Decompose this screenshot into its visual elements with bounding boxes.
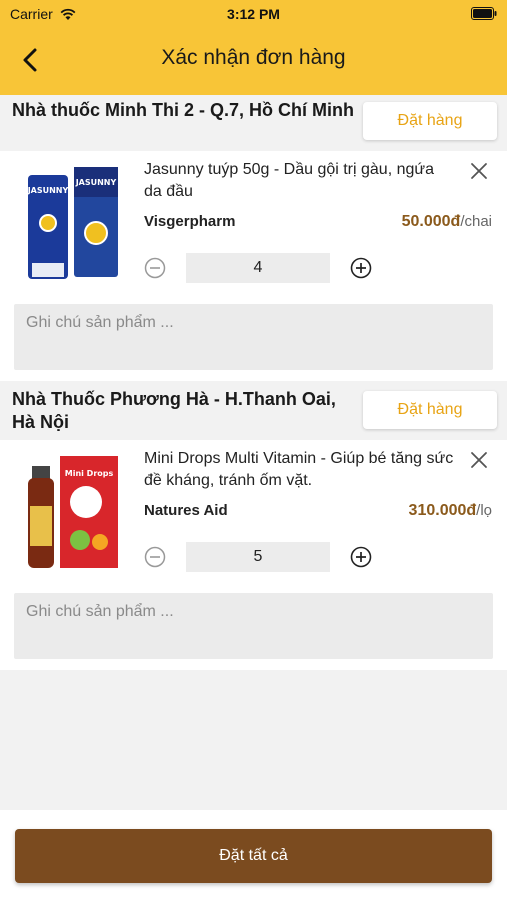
quantity-stepper: 4 [144,253,384,285]
status-bar: Carrier 3:12 PM [0,0,507,28]
store-header: Nhà Thuốc Phương Hà - H.Thanh Oai, Hà Nộ… [0,384,507,440]
product-image-label: Mini Drops [65,469,114,478]
store-header: Nhà thuốc Minh Thi 2 - Q.7, Hồ Chí Minh … [0,95,507,151]
plus-circle-icon[interactable] [350,546,372,568]
product-note-input[interactable] [14,304,493,370]
product-price: 50.000đ/chai [402,213,492,231]
product-image-label: JASUNNY [27,186,69,195]
clock: 3:12 PM [227,6,280,22]
product-note-input[interactable] [14,593,493,659]
product-image: Mini Drops [28,456,118,568]
order-store-button[interactable]: Đặt hàng [363,102,497,140]
quantity-value[interactable]: 5 [186,542,330,572]
nav-bar: Xác nhận đơn hàng [0,36,507,84]
price-amount: 50.000đ [401,213,461,230]
product-box-label: JASUNNY [75,178,117,187]
minus-circle-icon[interactable] [144,257,166,279]
close-icon[interactable] [469,450,489,470]
footer-bar: Đặt tất cả [0,810,507,900]
product-image: JASUNNY JASUNNY [27,167,118,279]
store-name: Nhà Thuốc Phương Hà - H.Thanh Oai, Hà Nộ… [12,389,336,432]
app-header: Carrier 3:12 PM Xác nhận đơn hàng [0,0,507,95]
close-icon[interactable] [469,161,489,181]
order-all-button[interactable]: Đặt tất cả [15,829,492,883]
product-name[interactable]: Mini Drops Multi Vitamin - Giúp bé tăng … [144,448,454,492]
store-name: Nhà thuốc Minh Thi 2 - Q.7, Hồ Chí Minh [12,100,354,120]
battery-icon [471,7,497,20]
product-name[interactable]: Jasunny tuýp 50g - Dầu gội trị gàu, ngứa… [144,159,454,203]
page-title: Xác nhận đơn hàng [161,46,346,69]
product-card: JASUNNY JASUNNY Jasunny tuýp 50g - Dầu g… [0,151,507,381]
price-unit: /chai [460,213,492,230]
quantity-value[interactable]: 4 [186,253,330,283]
price-amount: 310.000đ [408,502,477,519]
order-store-button[interactable]: Đặt hàng [363,391,497,429]
product-brand: Natures Aid [144,502,228,519]
price-unit: /lọ [476,502,492,519]
quantity-stepper: 5 [144,542,384,574]
plus-circle-icon[interactable] [350,257,372,279]
product-card: Mini Drops Mini Drops Multi Vitamin - Gi… [0,440,507,670]
product-price: 310.000đ/lọ [409,502,492,520]
product-brand: Visgerpharm [144,213,236,230]
minus-circle-icon[interactable] [144,546,166,568]
